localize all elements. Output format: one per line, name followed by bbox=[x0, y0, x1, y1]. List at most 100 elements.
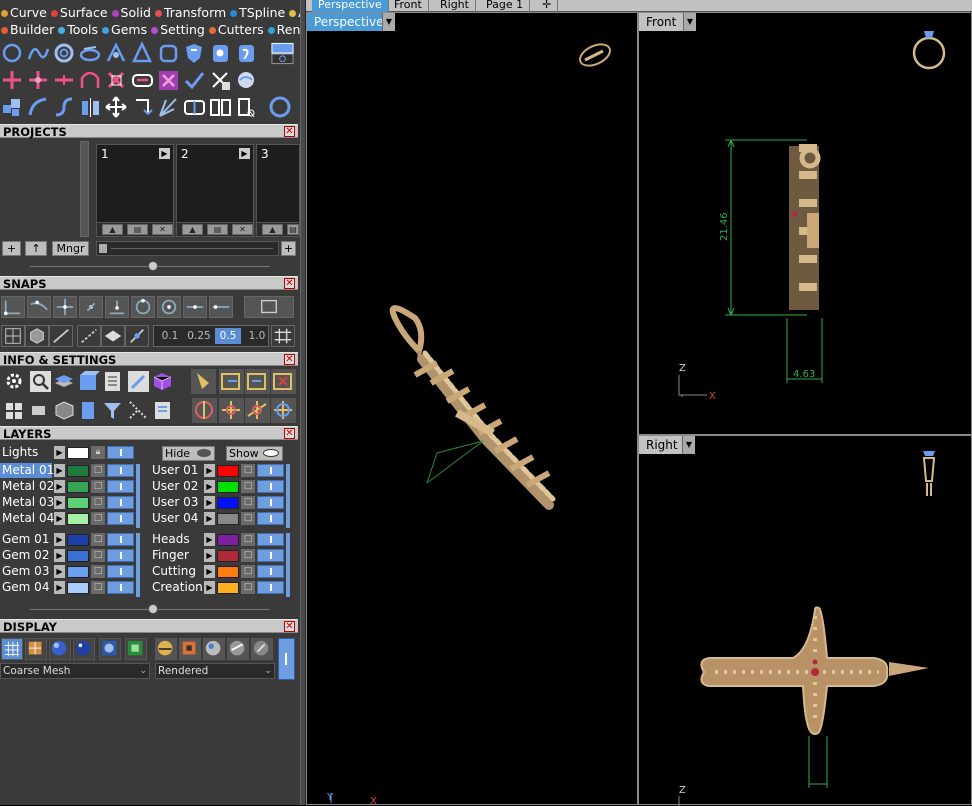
snap-center-icon[interactable] bbox=[53, 296, 77, 318]
scatter-select-icon[interactable] bbox=[126, 398, 151, 423]
lock-icon[interactable]: □ bbox=[91, 496, 105, 509]
axis-gizmo-icon[interactable] bbox=[219, 398, 244, 423]
gimbal-icon[interactable] bbox=[192, 398, 217, 423]
layer-color-swatch[interactable] bbox=[67, 465, 89, 477]
lock-icon[interactable]: □ bbox=[241, 496, 255, 509]
lock-icon[interactable]: □ bbox=[91, 565, 105, 578]
cone-icon[interactable] bbox=[130, 41, 155, 66]
snap-curve-icon[interactable] bbox=[27, 296, 51, 318]
delete-export-icon[interactable] bbox=[271, 369, 296, 394]
add-tab-icon[interactable]: ✛ bbox=[536, 0, 558, 12]
light-bulb-icon[interactable] bbox=[191, 369, 216, 394]
play-icon[interactable]: ▶ bbox=[54, 496, 65, 509]
load-icon[interactable]: ▲ bbox=[182, 224, 203, 235]
layer-color-swatch[interactable] bbox=[67, 582, 89, 594]
plane-snap-icon[interactable] bbox=[101, 325, 125, 347]
mesh-quality-select[interactable]: Coarse Mesh ⌄ bbox=[0, 663, 150, 679]
info-close-icon[interactable]: ✕ bbox=[284, 354, 295, 365]
check-icon[interactable] bbox=[182, 68, 207, 93]
menu-item-curve[interactable]: Curve bbox=[0, 4, 47, 21]
menu-item-builder[interactable]: Builder bbox=[0, 21, 54, 38]
perspective-viewport[interactable]: Perspective ▼ Y X bbox=[306, 12, 638, 806]
scatter-icon[interactable] bbox=[156, 95, 181, 120]
layer-row[interactable]: Metal 02 ▶ □ bbox=[0, 479, 136, 494]
hide-button[interactable]: Hide bbox=[162, 446, 215, 461]
line-snap-icon[interactable] bbox=[49, 325, 73, 347]
snap-quad-icon[interactable] bbox=[131, 296, 155, 318]
layer-name[interactable]: Metal 03 bbox=[0, 495, 54, 510]
menu-item-setting[interactable]: Setting bbox=[150, 21, 205, 38]
shield-icon[interactable] bbox=[182, 41, 207, 66]
gold-render-icon[interactable] bbox=[155, 638, 177, 660]
add-slot-button[interactable]: + bbox=[281, 241, 296, 256]
link-curve-icon[interactable] bbox=[130, 68, 155, 93]
visibility-toggle[interactable] bbox=[257, 464, 284, 477]
sphere-tool-icon[interactable] bbox=[234, 68, 259, 93]
layer-color-swatch[interactable] bbox=[217, 534, 239, 546]
ortho-snap-icon[interactable] bbox=[125, 325, 149, 347]
tab-front[interactable]: Front bbox=[388, 0, 429, 12]
menu-item-art[interactable]: Art bbox=[288, 4, 300, 21]
settings-gear-icon[interactable] bbox=[2, 369, 27, 394]
array-icon[interactable] bbox=[104, 41, 129, 66]
layer-name[interactable]: User 03 bbox=[150, 495, 202, 510]
layer-row[interactable]: Gem 04 ▶ □ bbox=[0, 580, 136, 595]
right-viewport[interactable]: Right ▼ Z bbox=[638, 435, 972, 806]
visibility-toggle[interactable] bbox=[107, 496, 134, 509]
visibility-toggle[interactable] bbox=[107, 565, 134, 578]
layer-name[interactable]: Gem 02 bbox=[0, 548, 52, 563]
book-icon[interactable] bbox=[76, 398, 101, 423]
play-icon[interactable]: ▶ bbox=[54, 533, 65, 546]
visibility-toggle[interactable] bbox=[257, 512, 284, 525]
layer-color-swatch[interactable] bbox=[67, 497, 89, 509]
layer-color-swatch[interactable] bbox=[217, 550, 239, 562]
snap-near-icon[interactable] bbox=[209, 296, 233, 318]
layer-name[interactable]: Gem 03 bbox=[0, 564, 52, 579]
collapse-grip-icon[interactable] bbox=[148, 261, 158, 271]
visibility-toggle[interactable] bbox=[257, 549, 284, 562]
menu-item-solid[interactable]: Solid bbox=[111, 4, 151, 21]
export-icon[interactable] bbox=[219, 369, 244, 394]
collapse-grip-icon[interactable] bbox=[148, 604, 158, 614]
layer-name[interactable]: Metal 04 bbox=[0, 511, 54, 526]
layer-row[interactable]: Metal 01 ▶ □ bbox=[0, 463, 136, 478]
delete-icon[interactable]: ✕ bbox=[152, 224, 173, 235]
snap-window-icon[interactable] bbox=[244, 296, 294, 318]
projects-close-icon[interactable]: ✕ bbox=[284, 126, 295, 137]
box-info-icon[interactable] bbox=[76, 369, 101, 394]
layer-row[interactable]: Finger ▶ □ bbox=[150, 548, 286, 563]
orient-icon[interactable] bbox=[271, 398, 296, 423]
layer-row[interactable]: Gem 01 ▶ □ bbox=[0, 532, 136, 547]
layer-name[interactable]: Metal 02 bbox=[0, 479, 54, 494]
visibility-toggle[interactable] bbox=[257, 480, 284, 493]
layer-name[interactable]: Cutting bbox=[150, 564, 202, 579]
lock-icon[interactable]: □ bbox=[91, 512, 105, 525]
layer-color-swatch[interactable] bbox=[217, 465, 239, 477]
lock-icon[interactable]: □ bbox=[241, 464, 255, 477]
glossy-sphere-icon[interactable] bbox=[73, 638, 95, 660]
play-icon[interactable]: ▶ bbox=[204, 496, 215, 509]
front-viewport[interactable]: Front ▼ 21.46 4.63 Z Y X bbox=[638, 12, 972, 435]
layer-color-swatch[interactable] bbox=[217, 497, 239, 509]
layer-name[interactable]: Gem 04 bbox=[0, 580, 52, 595]
lights-color-swatch[interactable] bbox=[67, 447, 89, 459]
edit-icon[interactable] bbox=[126, 369, 151, 394]
frame-render-icon[interactable] bbox=[179, 638, 201, 660]
spiral-icon[interactable] bbox=[234, 41, 259, 66]
play-icon[interactable]: ▶ bbox=[239, 148, 250, 159]
menu-item-surface[interactable]: Surface bbox=[50, 4, 108, 21]
lock-icon[interactable]: □ bbox=[241, 581, 255, 594]
grid-size-option[interactable]: 0.1 bbox=[157, 328, 183, 344]
remove-point-icon[interactable] bbox=[52, 68, 77, 93]
project-manager-button[interactable]: Mngr bbox=[52, 241, 89, 256]
visibility-toggle[interactable] bbox=[107, 464, 134, 477]
display-toggle[interactable] bbox=[278, 638, 295, 680]
layer-color-swatch[interactable] bbox=[217, 513, 239, 525]
grid-size-option[interactable]: 0.25 bbox=[186, 328, 212, 344]
tab-right[interactable]: Right bbox=[434, 0, 476, 12]
lock-icon[interactable]: □ bbox=[91, 549, 105, 562]
render-mode-select[interactable]: Rendered ⌄ bbox=[155, 663, 275, 679]
play-icon[interactable]: ▶ bbox=[159, 148, 170, 159]
layer-name[interactable]: User 01 bbox=[150, 463, 202, 478]
layer-color-swatch[interactable] bbox=[217, 481, 239, 493]
